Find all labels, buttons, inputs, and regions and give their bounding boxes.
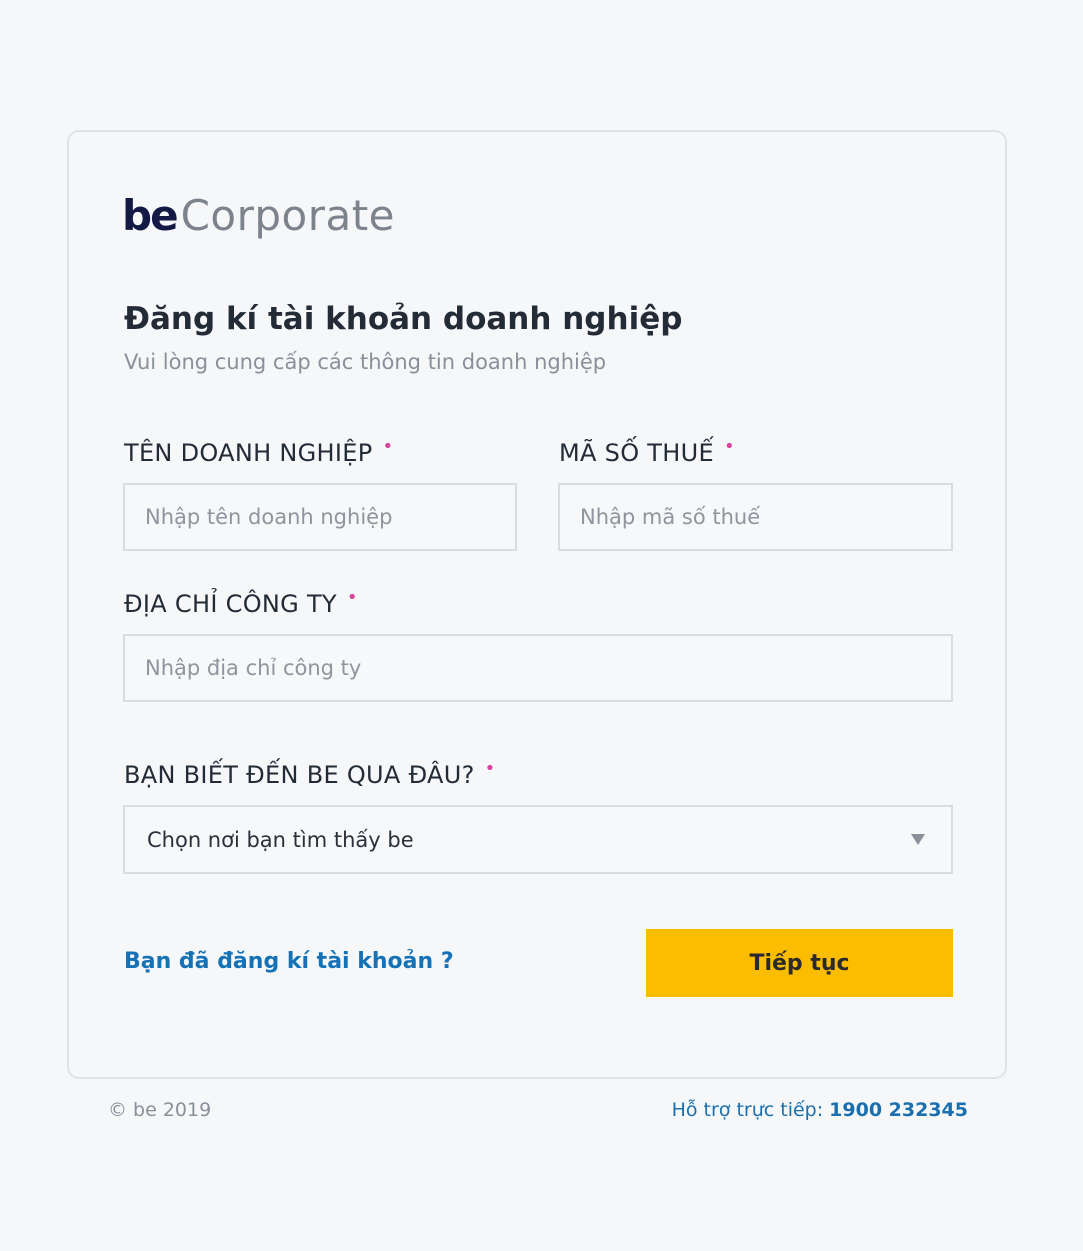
required-marker: • xyxy=(484,758,496,779)
logo-be-text: be xyxy=(122,191,179,240)
company-name-label-text: TÊN DOANH NGHIỆP xyxy=(124,439,373,467)
footer-support: Hỗ trợ trực tiếp: 1900 232345 xyxy=(672,1096,968,1124)
becorporate-logo: be Corporate xyxy=(122,188,395,244)
tax-code-input[interactable] xyxy=(558,483,953,551)
company-address-label-text: ĐỊA CHỈ CÔNG TY xyxy=(124,590,337,618)
already-registered-link[interactable]: Bạn đã đăng kí tài khoản ? xyxy=(124,945,454,979)
chevron-down-icon xyxy=(911,834,925,845)
continue-button[interactable]: Tiếp tục xyxy=(646,929,953,997)
page-subtitle: Vui lòng cung cấp các thông tin doanh ng… xyxy=(124,350,607,374)
required-marker: • xyxy=(346,587,358,608)
company-address-label: ĐỊA CHỈ CÔNG TY • xyxy=(124,587,358,624)
company-address-input[interactable] xyxy=(123,634,953,702)
required-marker: • xyxy=(382,436,394,457)
referral-source-select[interactable]: Chọn nơi bạn tìm thấy be xyxy=(123,805,953,874)
company-name-input[interactable] xyxy=(123,483,517,551)
footer-copyright: © be 2019 xyxy=(108,1099,212,1121)
tax-code-label-text: MÃ SỐ THUẾ xyxy=(559,439,714,467)
referral-source-label: BẠN BIẾT ĐẾN BE QUA ĐÂU? • xyxy=(124,758,496,795)
logo-corporate-text: Corporate xyxy=(180,191,396,240)
company-name-label: TÊN DOANH NGHIỆP • xyxy=(124,436,393,473)
support-phone-link[interactable]: 1900 232345 xyxy=(829,1099,968,1121)
support-label: Hỗ trợ trực tiếp: xyxy=(671,1099,824,1121)
tax-code-label: MÃ SỐ THUẾ • xyxy=(559,436,735,473)
page-title: Đăng kí tài khoản doanh nghiệp xyxy=(124,301,683,337)
referral-source-selected-value: Chọn nơi bạn tìm thấy be xyxy=(147,827,414,852)
required-marker: • xyxy=(723,436,735,457)
referral-source-label-text: BẠN BIẾT ĐẾN BE QUA ĐÂU? xyxy=(124,761,475,789)
